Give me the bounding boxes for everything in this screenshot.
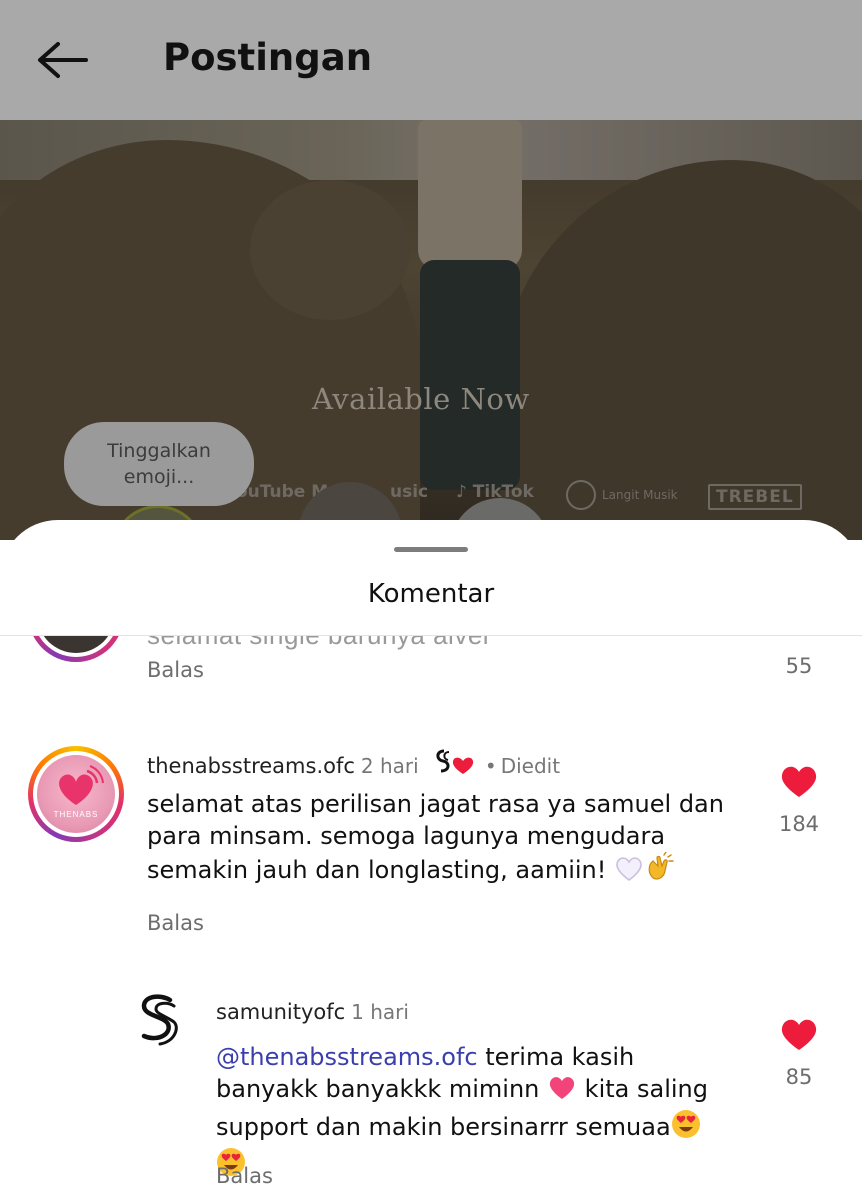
comment-text: selamat single barunya alvel xyxy=(147,636,489,651)
heart-eyes-emoji-icon xyxy=(671,1109,701,1147)
top-app-bar: Postingan xyxy=(0,0,862,120)
mention-link[interactable]: @thenabsstreams.ofc xyxy=(216,1043,478,1071)
drag-handle[interactable] xyxy=(394,547,468,552)
like-count: 85 xyxy=(785,1065,813,1089)
page-title: Postingan xyxy=(163,36,373,79)
comments-sheet: Komentar selamat single barunya alvel Ba… xyxy=(0,520,862,1200)
username[interactable]: thenabsstreams.ofc xyxy=(147,754,355,778)
creator-heart-icon xyxy=(436,749,473,774)
avatar[interactable]: THENABS xyxy=(28,746,124,842)
like-button[interactable] xyxy=(780,765,818,799)
platform-langit-musik: Langit Musik xyxy=(602,488,678,502)
avatar[interactable] xyxy=(28,636,124,662)
edited-label: Diedit xyxy=(500,754,561,778)
comment-meta: thenabsstreams.ofc 2 hari • Diedit xyxy=(147,747,560,781)
langit-musik-icon xyxy=(566,480,596,510)
arrow-left-icon xyxy=(38,42,88,78)
like-count: 184 xyxy=(778,812,820,836)
comment-body: selamat atas perilisan jagat rasa ya sam… xyxy=(147,788,737,890)
samunity-logo-icon xyxy=(141,994,178,1046)
heart-icon xyxy=(781,766,817,797)
white-heart-emoji-icon xyxy=(614,854,644,890)
pink-heart-emoji-icon xyxy=(547,1073,577,1109)
clapping-hands-emoji-icon xyxy=(644,851,674,890)
timestamp: 1 hari xyxy=(351,1000,409,1024)
post-media[interactable]: Available Now ouTube Mu usic ♪ TikTok La… xyxy=(0,120,862,540)
avatar[interactable] xyxy=(134,992,184,1048)
username[interactable]: samunityofc xyxy=(216,1000,345,1024)
back-button[interactable] xyxy=(30,36,94,84)
reply-meta: samunityofc 1 hari xyxy=(216,1000,409,1024)
person-figure xyxy=(418,120,522,270)
sheet-title: Komentar xyxy=(367,579,495,609)
heart-icon xyxy=(781,1019,817,1050)
platform-music-label: usic xyxy=(390,482,429,502)
avatar-brand-text: THENABS xyxy=(53,810,99,819)
comments-list[interactable]: selamat single barunya alvel Balas 55 TH… xyxy=(0,636,862,1200)
platform-trebel: TREBEL xyxy=(708,484,802,510)
tiktok-icon: ♪ xyxy=(456,482,467,502)
reply-button[interactable]: Balas xyxy=(147,911,204,935)
timestamp: 2 hari xyxy=(360,754,419,778)
like-button[interactable] xyxy=(780,1018,818,1052)
available-now-text: Available Now xyxy=(312,382,530,416)
reply-body: @thenabsstreams.ofc terima kasih banyakk… xyxy=(216,1041,736,1185)
emoji-tooltip: Tinggalkan emoji... xyxy=(64,422,254,506)
reply-button[interactable]: Balas xyxy=(147,658,204,682)
reply-button[interactable]: Balas xyxy=(216,1164,273,1188)
creator-liked-badge xyxy=(434,747,476,781)
like-count: 55 xyxy=(785,654,813,678)
thenabs-logo-icon xyxy=(59,765,104,805)
